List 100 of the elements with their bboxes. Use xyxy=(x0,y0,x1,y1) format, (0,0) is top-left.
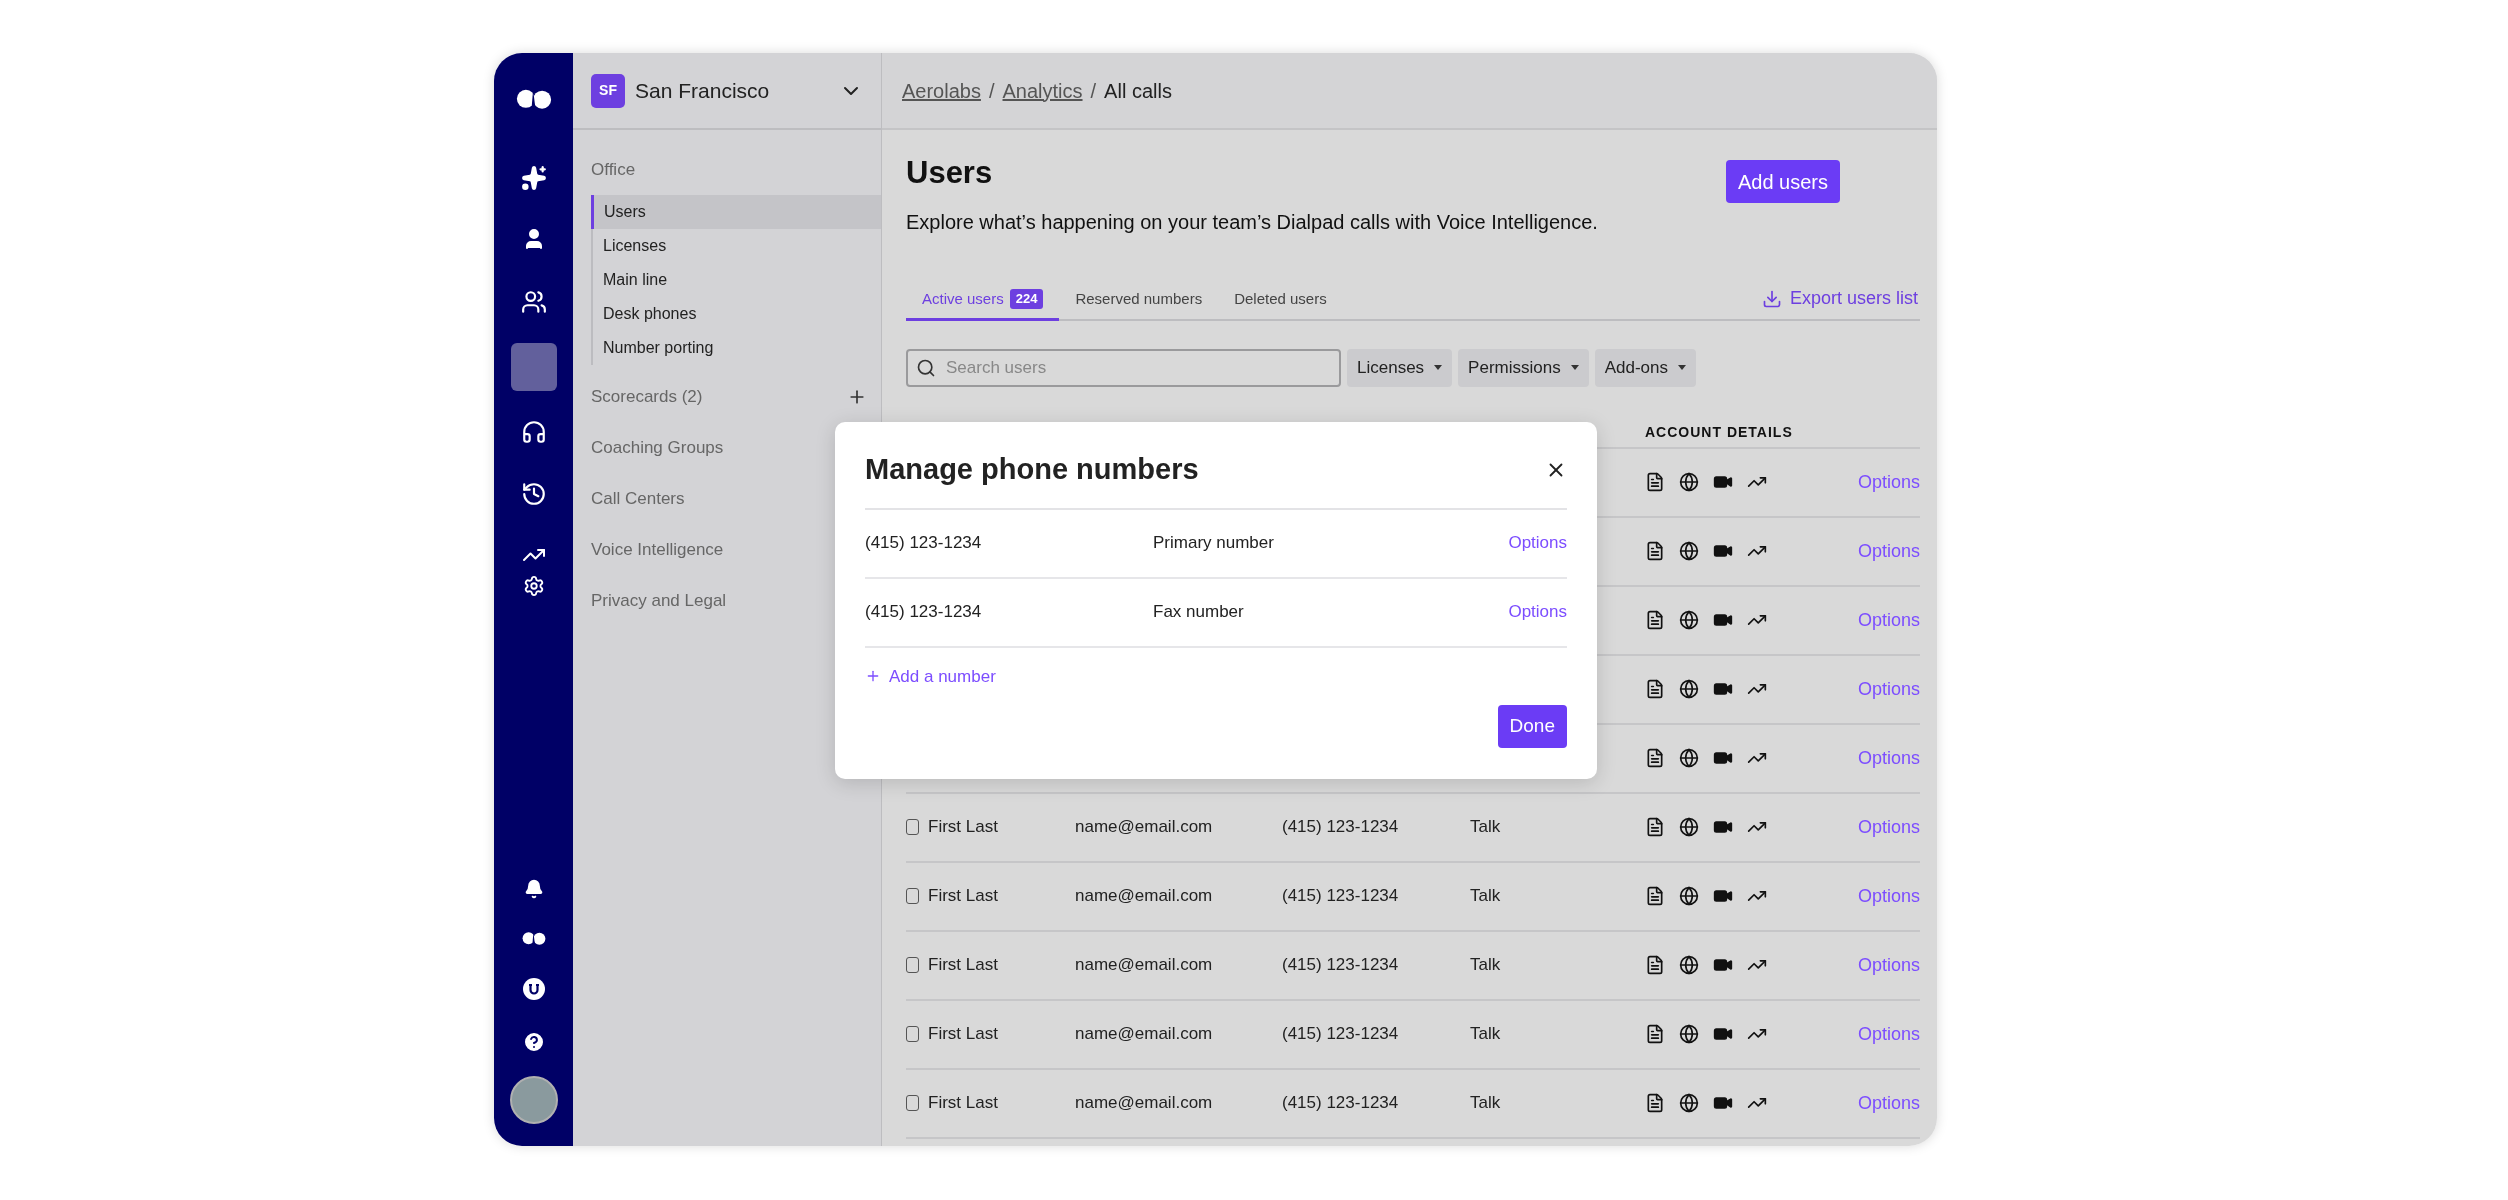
sidebar-item[interactable]: Users xyxy=(591,195,881,229)
logo-icon[interactable] xyxy=(521,931,546,948)
filter-dropdown[interactable]: Licenses xyxy=(1347,348,1453,387)
row-checkbox[interactable] xyxy=(906,957,919,973)
breadcrumb-separator: / xyxy=(988,78,995,104)
count-badge: 224 xyxy=(1009,289,1044,309)
globe-icon[interactable] xyxy=(1679,748,1699,768)
sidebar-item[interactable]: Main line xyxy=(593,263,881,297)
breadcrumb-link[interactable]: Aerolabs xyxy=(902,75,981,106)
settings-icon[interactable] xyxy=(522,575,545,598)
sparkles-icon[interactable] xyxy=(520,165,547,192)
user-name: First Last xyxy=(928,1024,998,1044)
user-plan: Talk xyxy=(1470,886,1501,906)
page-description: Explore what’s happening on your team’s Dialpad calls with Voice Intelligence. xyxy=(906,209,1599,235)
document-icon[interactable] xyxy=(1645,748,1665,768)
caret-icon xyxy=(1434,365,1443,370)
user-plan: Talk xyxy=(1470,817,1501,837)
add-number-link[interactable]: Add a number xyxy=(865,663,996,689)
caret-icon xyxy=(1678,365,1687,370)
options-link[interactable]: Options xyxy=(1857,537,1920,565)
avatar[interactable] xyxy=(509,1076,558,1124)
user-name: First Last xyxy=(928,817,998,837)
document-icon[interactable] xyxy=(1645,1093,1665,1113)
user-email: name@email.com xyxy=(1075,1093,1213,1113)
document-icon[interactable] xyxy=(1645,679,1665,699)
globe-icon[interactable] xyxy=(1679,679,1699,699)
dialog-title: Manage phone numbers xyxy=(865,452,1199,487)
user-email: name@email.com xyxy=(1075,817,1213,837)
globe-icon[interactable] xyxy=(1679,886,1699,906)
document-icon[interactable] xyxy=(1645,610,1665,630)
options-link[interactable]: Options xyxy=(1857,882,1920,910)
headset-icon[interactable] xyxy=(520,419,547,446)
breadcrumb-current: All calls xyxy=(1104,78,1172,104)
add-users-button[interactable]: Add users xyxy=(1725,160,1840,203)
options-link[interactable]: Options xyxy=(1857,606,1920,634)
search-field[interactable]: Search users xyxy=(906,348,1341,387)
options-link[interactable]: Options xyxy=(1508,599,1567,625)
user-plan: Talk xyxy=(1470,1093,1501,1113)
breadcrumb-separator: / xyxy=(1090,78,1097,104)
tab[interactable]: Deleted users xyxy=(1218,280,1343,321)
options-link[interactable]: Options xyxy=(1857,1020,1920,1048)
options-link[interactable]: Options xyxy=(1857,744,1920,772)
filter-dropdown[interactable]: Permissions xyxy=(1458,348,1589,387)
row-checkbox[interactable] xyxy=(906,819,919,835)
user-phone: (415) 123-1234 xyxy=(1282,886,1399,906)
row-checkbox[interactable] xyxy=(906,888,919,904)
globe-icon[interactable] xyxy=(1679,955,1699,975)
user-plan: Talk xyxy=(1470,1024,1501,1044)
sidebar-item[interactable]: Number porting xyxy=(593,331,881,365)
user-name: First Last xyxy=(928,1093,998,1113)
done-button[interactable]: Done xyxy=(1497,705,1567,748)
document-icon[interactable] xyxy=(1645,817,1665,837)
options-link[interactable]: Options xyxy=(1857,1089,1920,1117)
document-icon[interactable] xyxy=(1645,541,1665,561)
selected-nav-tile[interactable] xyxy=(510,343,557,392)
export-link[interactable]: Export users list xyxy=(1761,278,1920,319)
options-link[interactable]: Options xyxy=(1857,951,1920,979)
globe-icon[interactable] xyxy=(1679,610,1699,630)
document-icon[interactable] xyxy=(1645,1024,1665,1044)
row-checkbox[interactable] xyxy=(906,1026,919,1042)
phone-number: (415) 123-1234 xyxy=(865,532,983,555)
options-link[interactable]: Options xyxy=(1857,675,1920,703)
options-link[interactable]: Options xyxy=(1857,468,1920,496)
user-phone: (415) 123-1234 xyxy=(1282,1024,1399,1044)
document-icon[interactable] xyxy=(1645,886,1665,906)
row-checkbox[interactable] xyxy=(906,1095,919,1111)
tab[interactable]: Reserved numbers xyxy=(1059,280,1219,321)
globe-icon[interactable] xyxy=(1679,817,1699,837)
page-title: Users xyxy=(906,154,994,192)
options-link[interactable]: Options xyxy=(1508,530,1567,556)
globe-icon[interactable] xyxy=(1679,1093,1699,1113)
history-icon[interactable] xyxy=(520,481,547,508)
workspace-name[interactable]: San Francisco xyxy=(635,74,829,107)
search-icon xyxy=(916,357,936,378)
user-email: name@email.com xyxy=(1075,1024,1213,1044)
caret-icon xyxy=(1570,365,1579,370)
number-type: Primary number xyxy=(1153,532,1275,555)
tab[interactable]: Active users 224 xyxy=(906,280,1060,321)
sidebar-item[interactable]: Desk phones xyxy=(593,297,881,331)
bell-icon[interactable] xyxy=(523,879,544,900)
team-icon[interactable] xyxy=(520,289,547,316)
workspace-badge: SF xyxy=(591,73,625,108)
document-icon[interactable] xyxy=(1645,472,1665,492)
document-icon[interactable] xyxy=(1645,955,1665,975)
globe-icon[interactable] xyxy=(1679,541,1699,561)
sidebar-item[interactable]: Licenses xyxy=(593,229,881,263)
breadcrumb-link[interactable]: Analytics xyxy=(1002,75,1083,106)
globe-icon[interactable] xyxy=(1679,472,1699,492)
user-phone: (415) 123-1234 xyxy=(1282,817,1399,837)
sidebar-section[interactable]: Scorecards (2) xyxy=(591,383,847,410)
options-link[interactable]: Options xyxy=(1857,813,1920,841)
filter-dropdown[interactable]: Add-ons xyxy=(1594,348,1697,387)
user-phone: (415) 123-1234 xyxy=(1282,1093,1399,1113)
user-phone: (415) 123-1234 xyxy=(1282,955,1399,975)
user-email: name@email.com xyxy=(1075,886,1213,906)
phone-number: (415) 123-1234 xyxy=(865,601,983,624)
globe-icon[interactable] xyxy=(1679,1024,1699,1044)
sidebar-section[interactable]: Office xyxy=(591,156,867,183)
download-icon xyxy=(1761,288,1782,309)
u-circle-icon[interactable] xyxy=(522,978,545,1000)
